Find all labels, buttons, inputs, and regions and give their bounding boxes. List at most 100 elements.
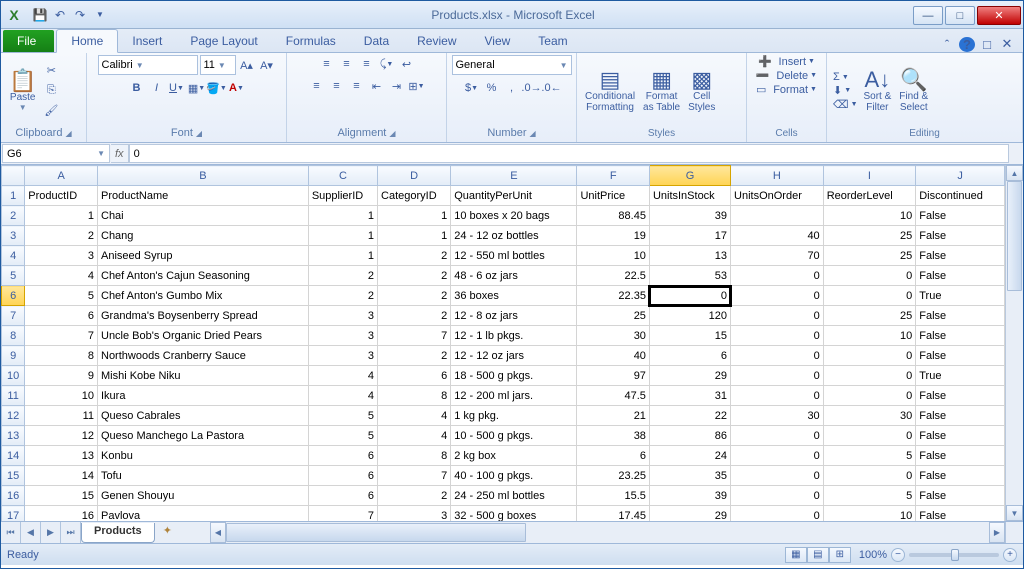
cell[interactable]: 0: [823, 386, 916, 406]
cell[interactable]: 12 - 12 oz jars: [451, 346, 577, 366]
cell[interactable]: 2: [378, 306, 451, 326]
format-as-table-button[interactable]: ▦Format as Table: [639, 67, 684, 115]
cell[interactable]: Queso Manchego La Pastora: [98, 426, 309, 446]
cell[interactable]: 6: [378, 366, 451, 386]
cell[interactable]: False: [916, 346, 1005, 366]
row-header-4[interactable]: 4: [2, 246, 25, 266]
cell[interactable]: False: [916, 506, 1005, 522]
cell[interactable]: 10: [823, 326, 916, 346]
cell[interactable]: 5: [308, 426, 377, 446]
cell[interactable]: 10: [823, 206, 916, 226]
cell[interactable]: 53: [649, 266, 730, 286]
cell[interactable]: False: [916, 466, 1005, 486]
border-icon[interactable]: ▦▼: [188, 79, 206, 97]
cell[interactable]: 12 - 200 ml jars.: [451, 386, 577, 406]
tab-page-layout[interactable]: Page Layout: [176, 30, 271, 52]
close-button[interactable]: ✕: [977, 6, 1021, 25]
cell[interactable]: ProductName: [98, 186, 309, 206]
cell[interactable]: 5: [823, 446, 916, 466]
cell[interactable]: 6: [25, 306, 98, 326]
row-header-2[interactable]: 2: [2, 206, 25, 226]
accounting-icon[interactable]: $▼: [463, 79, 481, 97]
clear-button[interactable]: ⌫ ▼: [833, 98, 858, 111]
cell[interactable]: 10: [823, 506, 916, 522]
cell[interactable]: Grandma's Boysenberry Spread: [98, 306, 309, 326]
italic-button[interactable]: I: [148, 79, 166, 97]
cell[interactable]: 40: [577, 346, 649, 366]
cell[interactable]: False: [916, 426, 1005, 446]
tab-file[interactable]: File: [3, 30, 54, 52]
cell[interactable]: 22.35: [577, 286, 649, 306]
cell[interactable]: 29: [649, 366, 730, 386]
tab-view[interactable]: View: [471, 30, 525, 52]
scroll-left-icon[interactable]: ◀: [210, 522, 226, 543]
cell[interactable]: Genen Shouyu: [98, 486, 309, 506]
cell[interactable]: 1: [378, 226, 451, 246]
cell[interactable]: 0: [731, 366, 824, 386]
row-header-3[interactable]: 3: [2, 226, 25, 246]
cell[interactable]: UnitsOnOrder: [731, 186, 824, 206]
formula-input[interactable]: 0: [129, 144, 1009, 163]
qat-dropdown-icon[interactable]: ▼: [91, 6, 109, 24]
cell[interactable]: 6: [649, 346, 730, 366]
cell[interactable]: True: [916, 286, 1005, 306]
row-header-17[interactable]: 17: [2, 506, 25, 522]
cell[interactable]: 0: [731, 426, 824, 446]
cell[interactable]: 15.5: [577, 486, 649, 506]
zoom-in-button[interactable]: +: [1003, 548, 1017, 562]
cell[interactable]: Ikura: [98, 386, 309, 406]
cell[interactable]: ProductID: [25, 186, 98, 206]
insert-cells-button[interactable]: ➕ Insert ▼: [758, 55, 815, 68]
cell[interactable]: 21: [577, 406, 649, 426]
sort-filter-button[interactable]: A↓Sort & Filter: [860, 67, 896, 115]
cell[interactable]: 0: [731, 346, 824, 366]
cell[interactable]: 0: [731, 286, 824, 306]
scroll-right-icon[interactable]: ▶: [989, 522, 1005, 543]
cell[interactable]: False: [916, 386, 1005, 406]
hscroll-thumb[interactable]: [226, 523, 526, 542]
column-header-C[interactable]: C: [308, 166, 377, 186]
cell[interactable]: SupplierID: [308, 186, 377, 206]
cell[interactable]: False: [916, 446, 1005, 466]
sheet-tab[interactable]: Products: [81, 523, 155, 543]
cell[interactable]: 0: [823, 266, 916, 286]
sheet-nav-last-icon[interactable]: ⏭: [61, 522, 81, 543]
cell[interactable]: Konbu: [98, 446, 309, 466]
cell[interactable]: 32 - 500 g boxes: [451, 506, 577, 522]
cell[interactable]: 0: [731, 466, 824, 486]
cell[interactable]: Northwoods Cranberry Sauce: [98, 346, 309, 366]
cell[interactable]: 6: [308, 486, 377, 506]
cell[interactable]: 25: [823, 246, 916, 266]
cell[interactable]: 10: [25, 386, 98, 406]
cell[interactable]: 5: [308, 406, 377, 426]
row-header-6[interactable]: 6: [2, 286, 25, 306]
fill-button[interactable]: ⬇ ▼: [833, 84, 858, 97]
column-header-A[interactable]: A: [25, 166, 98, 186]
cell-styles-button[interactable]: ▩Cell Styles: [684, 67, 719, 115]
increase-indent-icon[interactable]: ⇥: [388, 77, 406, 95]
cell[interactable]: 2: [378, 266, 451, 286]
row-header-12[interactable]: 12: [2, 406, 25, 426]
row-header-7[interactable]: 7: [2, 306, 25, 326]
cell[interactable]: 1: [378, 206, 451, 226]
undo-icon[interactable]: ↶: [51, 6, 69, 24]
cell[interactable]: 6: [308, 466, 377, 486]
cell[interactable]: 12: [25, 426, 98, 446]
cell[interactable]: 0: [731, 486, 824, 506]
cell[interactable]: 29: [649, 506, 730, 522]
cell[interactable]: ReorderLevel: [823, 186, 916, 206]
cell[interactable]: 3: [378, 506, 451, 522]
grow-font-icon[interactable]: A▴: [238, 56, 256, 74]
row-header-16[interactable]: 16: [2, 486, 25, 506]
sheet-nav-first-icon[interactable]: ⏮: [1, 522, 21, 543]
redo-icon[interactable]: ↷: [71, 6, 89, 24]
delete-cells-button[interactable]: ➖ Delete ▼: [756, 69, 817, 82]
row-header-14[interactable]: 14: [2, 446, 25, 466]
cell[interactable]: UnitPrice: [577, 186, 649, 206]
cell[interactable]: Chef Anton's Cajun Seasoning: [98, 266, 309, 286]
cell[interactable]: 30: [823, 406, 916, 426]
cell[interactable]: 3: [308, 326, 377, 346]
cell[interactable]: 70: [731, 246, 824, 266]
cell[interactable]: 10: [577, 246, 649, 266]
cell[interactable]: 48 - 6 oz jars: [451, 266, 577, 286]
